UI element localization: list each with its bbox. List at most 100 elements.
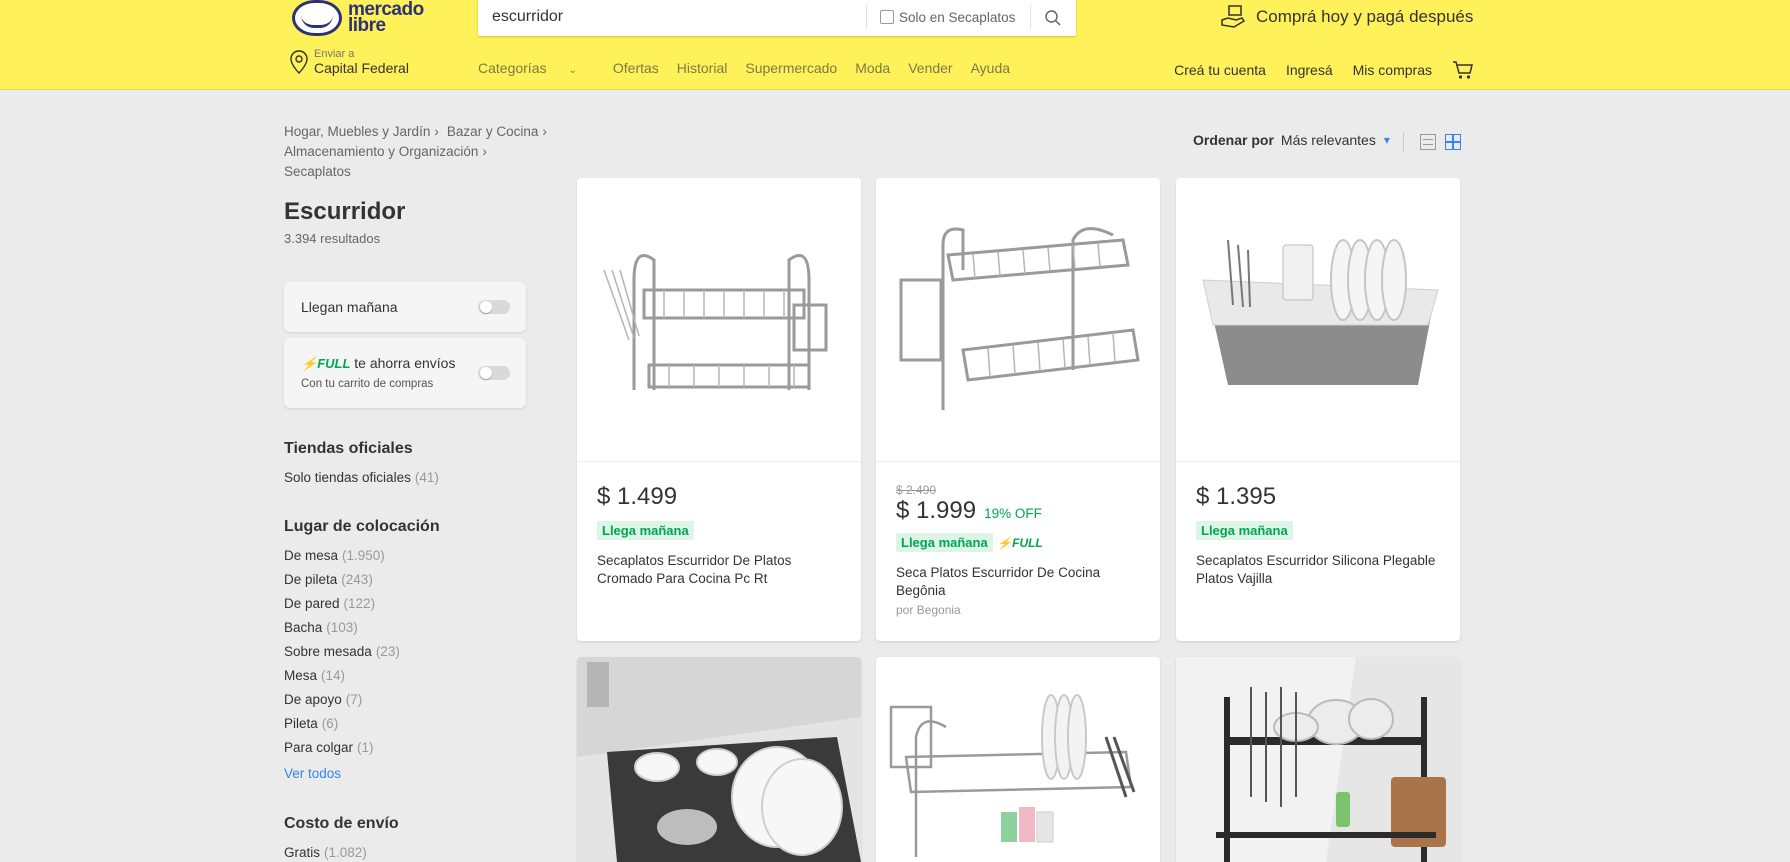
checkbox-icon bbox=[880, 10, 894, 24]
breadcrumb-item[interactable]: Almacenamiento y Organización bbox=[284, 144, 478, 159]
product-price: $ 1.999 bbox=[896, 497, 977, 524]
nav-ofertas[interactable]: Ofertas bbox=[613, 60, 659, 76]
filter-option[interactable]: De pared (122) bbox=[284, 594, 400, 618]
chevron-right-icon: › bbox=[482, 144, 487, 159]
grid-view-icon[interactable] bbox=[1445, 134, 1461, 150]
product-image[interactable] bbox=[876, 178, 1160, 462]
delivery-badge: Llega mañana bbox=[597, 521, 694, 540]
product-title[interactable]: Secaplatos Escurridor De Platos Cromado … bbox=[597, 552, 841, 588]
nav-vender[interactable]: Vender bbox=[908, 60, 952, 76]
mercado-libre-logo[interactable]: mercado libre bbox=[292, 0, 424, 36]
promo-banner[interactable]: Comprá hoy y pagá después bbox=[1220, 4, 1473, 30]
envio-title: Costo de envío bbox=[284, 815, 399, 832]
filter-option[interactable]: Bacha (103) bbox=[284, 618, 400, 642]
full-toggle[interactable] bbox=[478, 366, 510, 380]
envio-list: Gratis (1.082) bbox=[284, 843, 367, 862]
filter-option[interactable]: Mesa (14) bbox=[284, 666, 400, 690]
filter-option[interactable]: De mesa (1.950) bbox=[284, 546, 400, 570]
list-view-icon[interactable] bbox=[1420, 134, 1436, 150]
dish-rack-image bbox=[899, 226, 1140, 410]
filter-option[interactable]: Para colgar (1) bbox=[284, 738, 400, 762]
breadcrumb: Hogar, Muebles y Jardín › Bazar y Cocina › … bbox=[284, 122, 564, 182]
chevron-down-icon: ⌄ bbox=[568, 65, 577, 76]
ver-todos-link[interactable]: Ver todos bbox=[284, 764, 400, 788]
product-title[interactable]: Seca Platos Escurridor De Cocina Begônia bbox=[896, 564, 1140, 600]
sort-label: Ordenar por bbox=[1193, 132, 1274, 148]
breadcrumb-item[interactable]: Secaplatos bbox=[284, 164, 351, 179]
search-bar: Solo en Secaplatos bbox=[478, 0, 1076, 36]
product-card[interactable] bbox=[876, 657, 1160, 862]
search-input[interactable] bbox=[492, 0, 832, 34]
login-link[interactable]: Ingresá bbox=[1286, 62, 1333, 78]
product-card[interactable]: $ 1.499 Llega mañana Secaplatos Escurrid… bbox=[577, 178, 861, 641]
product-image[interactable] bbox=[1176, 178, 1460, 462]
location-pin-icon bbox=[290, 50, 308, 74]
nav-historial[interactable]: Historial bbox=[677, 60, 728, 76]
filter-option[interactable]: Sobre mesada (23) bbox=[284, 642, 400, 666]
results-count: 3.394 resultados bbox=[284, 231, 381, 246]
filter-option[interactable]: Solo tiendas oficiales (41) bbox=[284, 468, 439, 492]
chevron-right-icon: › bbox=[434, 124, 439, 139]
seller-name: por Begonia bbox=[896, 603, 961, 617]
full-badge: ⚡FULL bbox=[997, 536, 1043, 550]
tiendas-list: Solo tiendas oficiales (41) bbox=[284, 468, 439, 492]
dish-rack-image bbox=[1202, 238, 1439, 385]
main-nav: Categorías ⌄ Ofertas Historial Supermerca… bbox=[478, 60, 1028, 76]
nav-supermercado[interactable]: Supermercado bbox=[745, 60, 837, 76]
breadcrumb-item[interactable]: Hogar, Muebles y Jardín bbox=[284, 124, 430, 139]
divider bbox=[1403, 132, 1404, 152]
product-price: $ 1.395 bbox=[1196, 483, 1277, 510]
search-icon bbox=[1045, 10, 1061, 26]
llegan-toggle[interactable] bbox=[478, 300, 510, 314]
dish-rack-image bbox=[603, 253, 828, 390]
nav-moda[interactable]: Moda bbox=[855, 60, 890, 76]
handshake-icon bbox=[292, 0, 342, 36]
header-bar: mercadolibre Solo en Secaplatos Comprá h… bbox=[0, 0, 1790, 90]
filter-option[interactable]: De apoyo (7) bbox=[284, 690, 400, 714]
product-image[interactable] bbox=[577, 178, 861, 462]
create-account-link[interactable]: Creá tu cuenta bbox=[1174, 62, 1266, 78]
divider bbox=[1030, 5, 1031, 29]
lugar-list: De mesa (1.950) De pileta (243) De pared (1… bbox=[284, 546, 400, 788]
hand-money-icon bbox=[1221, 5, 1246, 28]
shipping-location[interactable]: Enviar a Capital Federal bbox=[290, 48, 409, 76]
full-text: te ahorra envíos bbox=[354, 355, 456, 371]
product-image[interactable] bbox=[577, 657, 861, 862]
lugar-title: Lugar de colocación bbox=[284, 518, 440, 535]
nav-label: Categorías bbox=[478, 60, 547, 76]
product-title[interactable]: Secaplatos Escurridor Silicona Plegable … bbox=[1196, 552, 1440, 588]
user-nav: Creá tu cuenta Ingresá Mis compras bbox=[1154, 60, 1474, 80]
page-title: Escurridor bbox=[284, 198, 406, 225]
sort-control[interactable]: Ordenar por Más relevantes ▾ bbox=[1193, 132, 1390, 148]
delivery-badge: Llega mañana bbox=[896, 533, 993, 552]
scope-checkbox[interactable]: Solo en Secaplatos bbox=[880, 0, 1015, 34]
nav-categorias[interactable]: Categorías ⌄ bbox=[478, 60, 595, 76]
product-card[interactable] bbox=[1176, 657, 1460, 862]
sort-value: Más relevantes bbox=[1280, 132, 1376, 148]
scope-label: Solo en Secaplatos bbox=[899, 9, 1016, 25]
full-subtitle: Con tu carrito de compras bbox=[301, 378, 434, 390]
tiendas-title: Tiendas oficiales bbox=[284, 440, 413, 457]
my-purchases-link[interactable]: Mis compras bbox=[1353, 62, 1432, 78]
product-card[interactable]: $ 1.395 Llega mañana Secaplatos Escurrid… bbox=[1176, 178, 1460, 641]
llegan-manana-filter[interactable]: Llegan mañana bbox=[284, 282, 526, 332]
logo-text: mercado libre bbox=[348, 0, 424, 36]
search-button[interactable] bbox=[1036, 4, 1070, 32]
promo-text: Comprá hoy y pagá después bbox=[1256, 7, 1474, 26]
original-price: $ 2.490 bbox=[896, 483, 937, 497]
nav-ayuda[interactable]: Ayuda bbox=[971, 60, 1010, 76]
filter-option[interactable]: De pileta (243) bbox=[284, 570, 400, 594]
cart-icon[interactable] bbox=[1452, 60, 1474, 80]
filter-option[interactable]: Pileta (6) bbox=[284, 714, 400, 738]
product-card[interactable] bbox=[577, 657, 861, 862]
product-card[interactable]: $ 2.490 $ 1.999 19% OFF Llega mañana ⚡FUL… bbox=[876, 178, 1160, 641]
breadcrumb-item[interactable]: Bazar y Cocina bbox=[447, 124, 539, 139]
full-filter[interactable]: ⚡FULL te ahorra envíos Con tu carrito de… bbox=[284, 338, 526, 408]
chevron-down-icon: ▾ bbox=[1383, 133, 1390, 147]
divider bbox=[866, 5, 867, 29]
location-caption: Enviar a bbox=[314, 48, 355, 60]
filter-option[interactable]: Gratis (1.082) bbox=[284, 843, 367, 862]
product-image[interactable] bbox=[876, 657, 1160, 862]
product-image[interactable] bbox=[1176, 657, 1460, 862]
full-badge: ⚡FULL bbox=[301, 356, 351, 371]
